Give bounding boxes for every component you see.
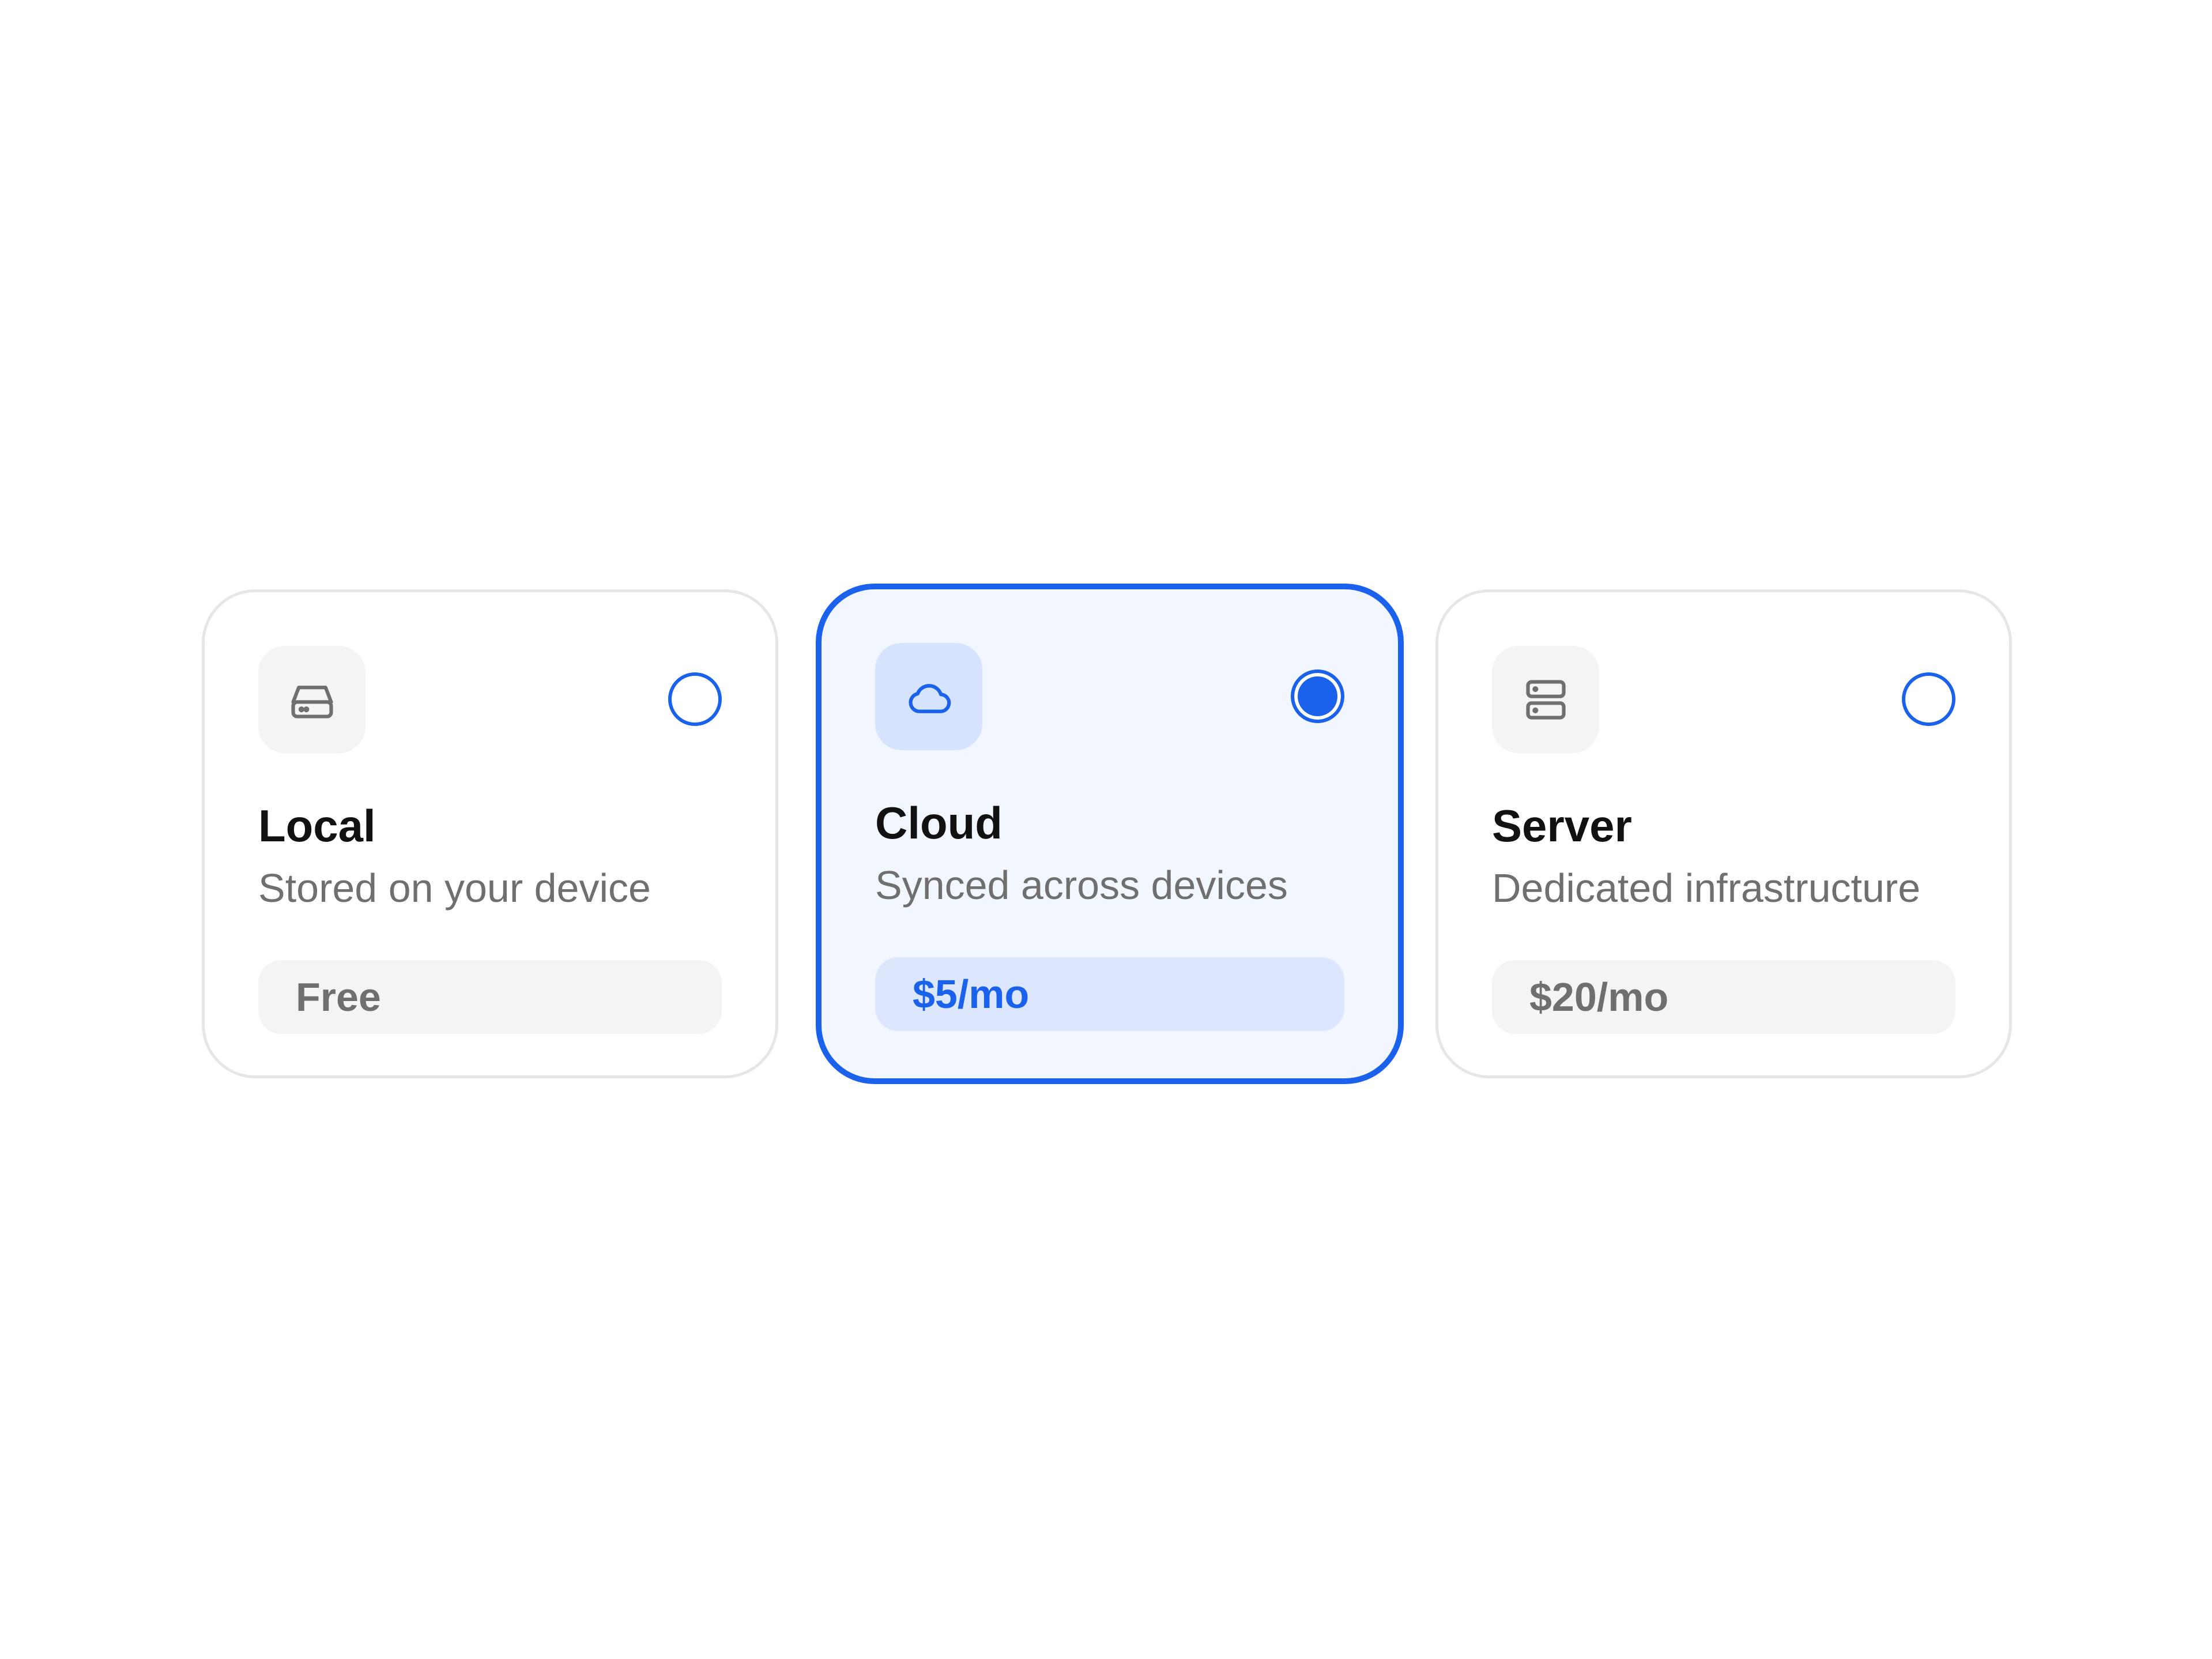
price-badge: Free [258, 960, 722, 1034]
card-description: Dedicated infrastructure [1492, 866, 1921, 911]
option-card-cloud[interactable]: Cloud Synced across devices $5/mo [816, 584, 1404, 1084]
card-title: Cloud [875, 797, 1003, 848]
price-badge: $20/mo [1492, 960, 1955, 1034]
radio-local[interactable] [668, 672, 722, 726]
card-title: Local [258, 800, 376, 851]
card-description: Synced across devices [875, 863, 1288, 908]
server-icon [1492, 646, 1599, 753]
radio-cloud[interactable] [1291, 669, 1344, 723]
card-description: Stored on your device [258, 866, 651, 911]
cloud-icon [875, 643, 982, 750]
price-badge: $5/mo [875, 957, 1344, 1031]
hard-drive-icon [258, 646, 365, 753]
card-title: Server [1492, 800, 1632, 851]
option-card-server[interactable]: Server Dedicated infrastructure $20/mo [1435, 589, 2012, 1078]
radio-server[interactable] [1902, 672, 1955, 726]
option-card-local[interactable]: Local Stored on your device Free [202, 589, 778, 1078]
